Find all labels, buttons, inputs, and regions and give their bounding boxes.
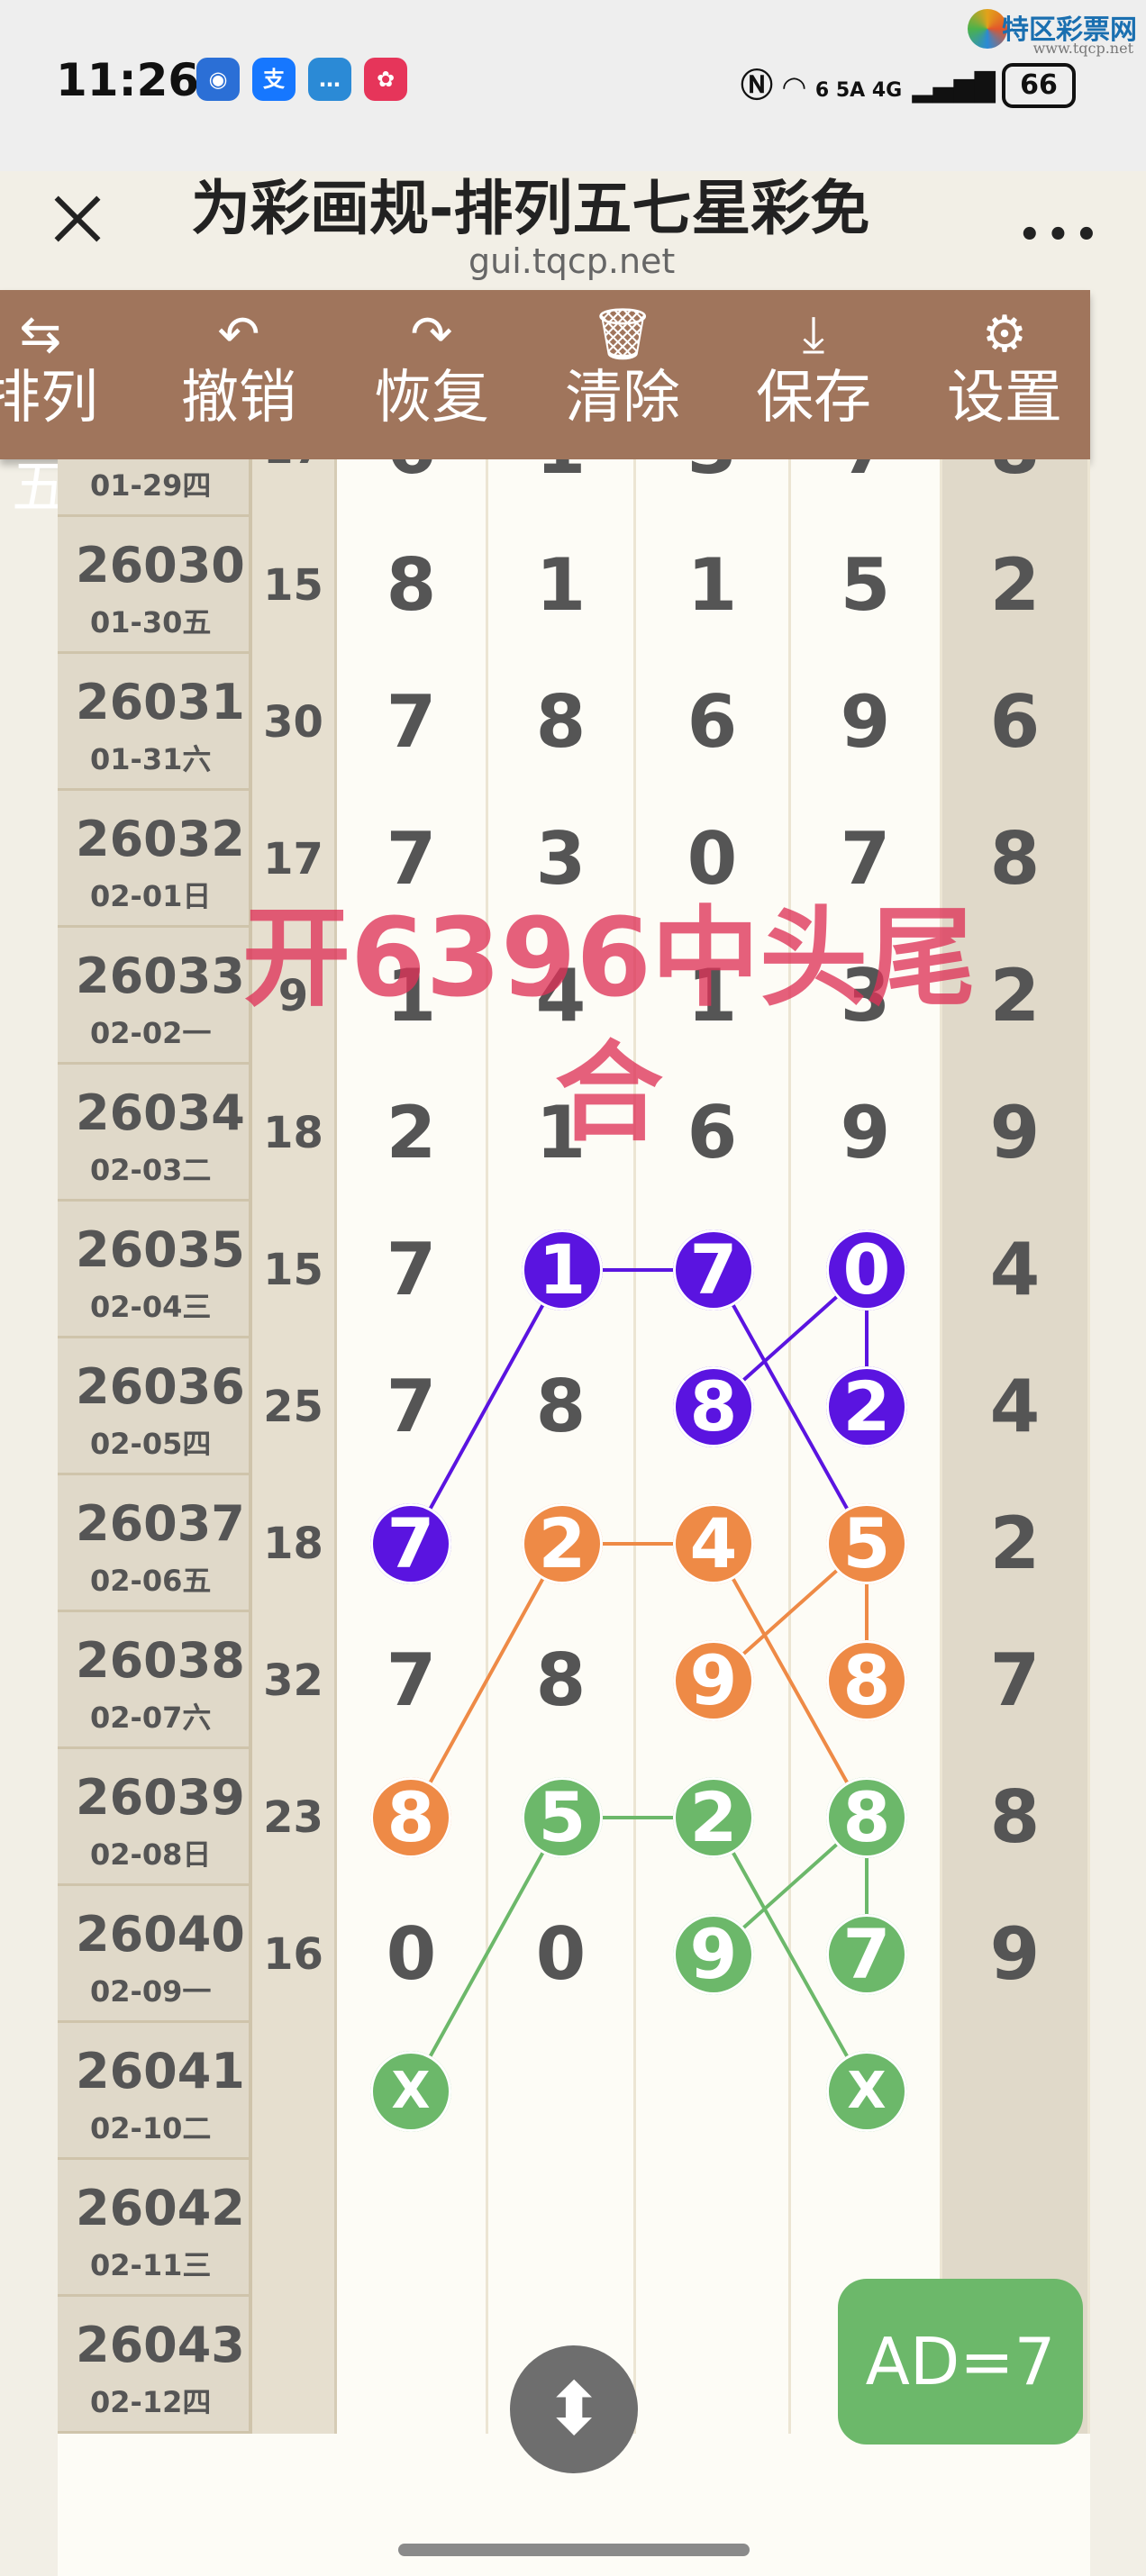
page-title: 为彩画规-排列五七星彩免	[191, 174, 870, 243]
marked-ball[interactable]: 7	[673, 1229, 754, 1311]
overlay-line-2: 合	[555, 1031, 663, 1156]
swap-tool-button[interactable]: ⇆ 排列五	[0, 290, 117, 522]
close-icon[interactable]	[45, 187, 108, 250]
gear-tool-button[interactable]: ⚙ 设置	[928, 290, 1081, 459]
download-tool-button[interactable]: ⤓ 保存	[737, 290, 890, 459]
download-icon: ⤓	[802, 305, 825, 364]
marked-ball[interactable]: 2	[673, 1777, 754, 1858]
more-options-icon[interactable]: •••	[1018, 214, 1104, 256]
marked-ball[interactable]: 8	[826, 1777, 907, 1858]
tool-label: 设置	[947, 365, 1062, 431]
overlay-line-1: 开6396中头尾	[242, 896, 976, 1021]
gallery-app-icon: ✿	[364, 58, 407, 101]
watermark-url: www.tqcp.net	[1032, 40, 1133, 57]
gear-icon: ⚙	[981, 305, 1028, 364]
wifi-icon: ◠	[783, 69, 805, 104]
overlay-annotation: 开6396中头尾 合	[177, 892, 1041, 1162]
marked-ball[interactable]: 9	[673, 1914, 754, 1995]
marked-ball[interactable]: 8	[826, 1640, 907, 1721]
clock: 11:26	[56, 54, 200, 106]
account-app-icon: ◉	[196, 58, 240, 101]
status-bar: 11:26 ◉ 支… ✿ Ⓝ ◠ 6 5A 4G ▂▄▆█ 66 特区彩票网 www…	[0, 0, 1146, 171]
undo-tool-button[interactable]: ↶ 撤销	[162, 290, 315, 459]
marked-ball[interactable]: 9	[673, 1640, 754, 1721]
trash-tool-button[interactable]: 🗑 清除	[546, 290, 699, 459]
home-indicator[interactable]	[398, 2544, 750, 2556]
marked-ball[interactable]: 8	[673, 1366, 754, 1447]
marked-ball[interactable]: 7	[370, 1503, 451, 1584]
connect-line	[409, 1817, 564, 2092]
page-url: gui.tqcp.net	[468, 241, 676, 281]
lottery-chart-board[interactable]: 01-28三31499952602901-29四17613782603001-3…	[58, 459, 1090, 2576]
marked-ball[interactable]: 2	[826, 1366, 907, 1447]
marked-ball[interactable]: X	[370, 2051, 451, 2132]
signal-indicators: Ⓝ ◠ 6 5A 4G ▂▄▆█	[741, 59, 996, 106]
marked-ball[interactable]: 2	[522, 1503, 603, 1584]
swap-icon: ⇆	[19, 305, 62, 364]
nfc-icon: Ⓝ	[741, 68, 774, 104]
tool-label: 恢复	[374, 365, 489, 431]
alipay-app-icon: 支	[252, 58, 296, 101]
marked-ball[interactable]: 8	[370, 1777, 451, 1858]
drawing-toolbar: ⇆ 排列五 ↶ 撤销 ↷ 恢复 🗑 清除 ⤓ 保存 ⚙ 设置	[0, 290, 1090, 522]
ad-value-button[interactable]: AD=7	[838, 2279, 1083, 2444]
tool-label: 撤销	[181, 365, 296, 431]
scroll-handle[interactable]: ⬍	[510, 2345, 638, 2473]
redo-icon: ↷	[410, 305, 453, 364]
marked-ball[interactable]: 5	[522, 1777, 603, 1858]
trash-icon: 🗑	[590, 305, 655, 364]
marked-ball[interactable]: X	[826, 2051, 907, 2132]
cell-signal-icon: ▂▄▆█	[912, 72, 996, 104]
tool-label: 清除	[565, 365, 680, 431]
up-down-icon: ⬍	[543, 2367, 605, 2451]
marked-ball[interactable]: 4	[673, 1503, 754, 1584]
marked-ball[interactable]: 0	[826, 1229, 907, 1311]
message-app-icon: …	[308, 58, 351, 101]
marked-ball[interactable]: 1	[522, 1229, 603, 1311]
marked-ball[interactable]: 5	[826, 1503, 907, 1584]
signal-text: 6 5A 4G	[814, 79, 903, 102]
battery-indicator: 66	[1002, 63, 1076, 108]
undo-icon: ↶	[217, 305, 260, 364]
marked-ball[interactable]: 7	[826, 1914, 907, 1995]
redo-tool-button[interactable]: ↷ 恢复	[355, 290, 508, 459]
tool-label: 保存	[756, 365, 871, 431]
